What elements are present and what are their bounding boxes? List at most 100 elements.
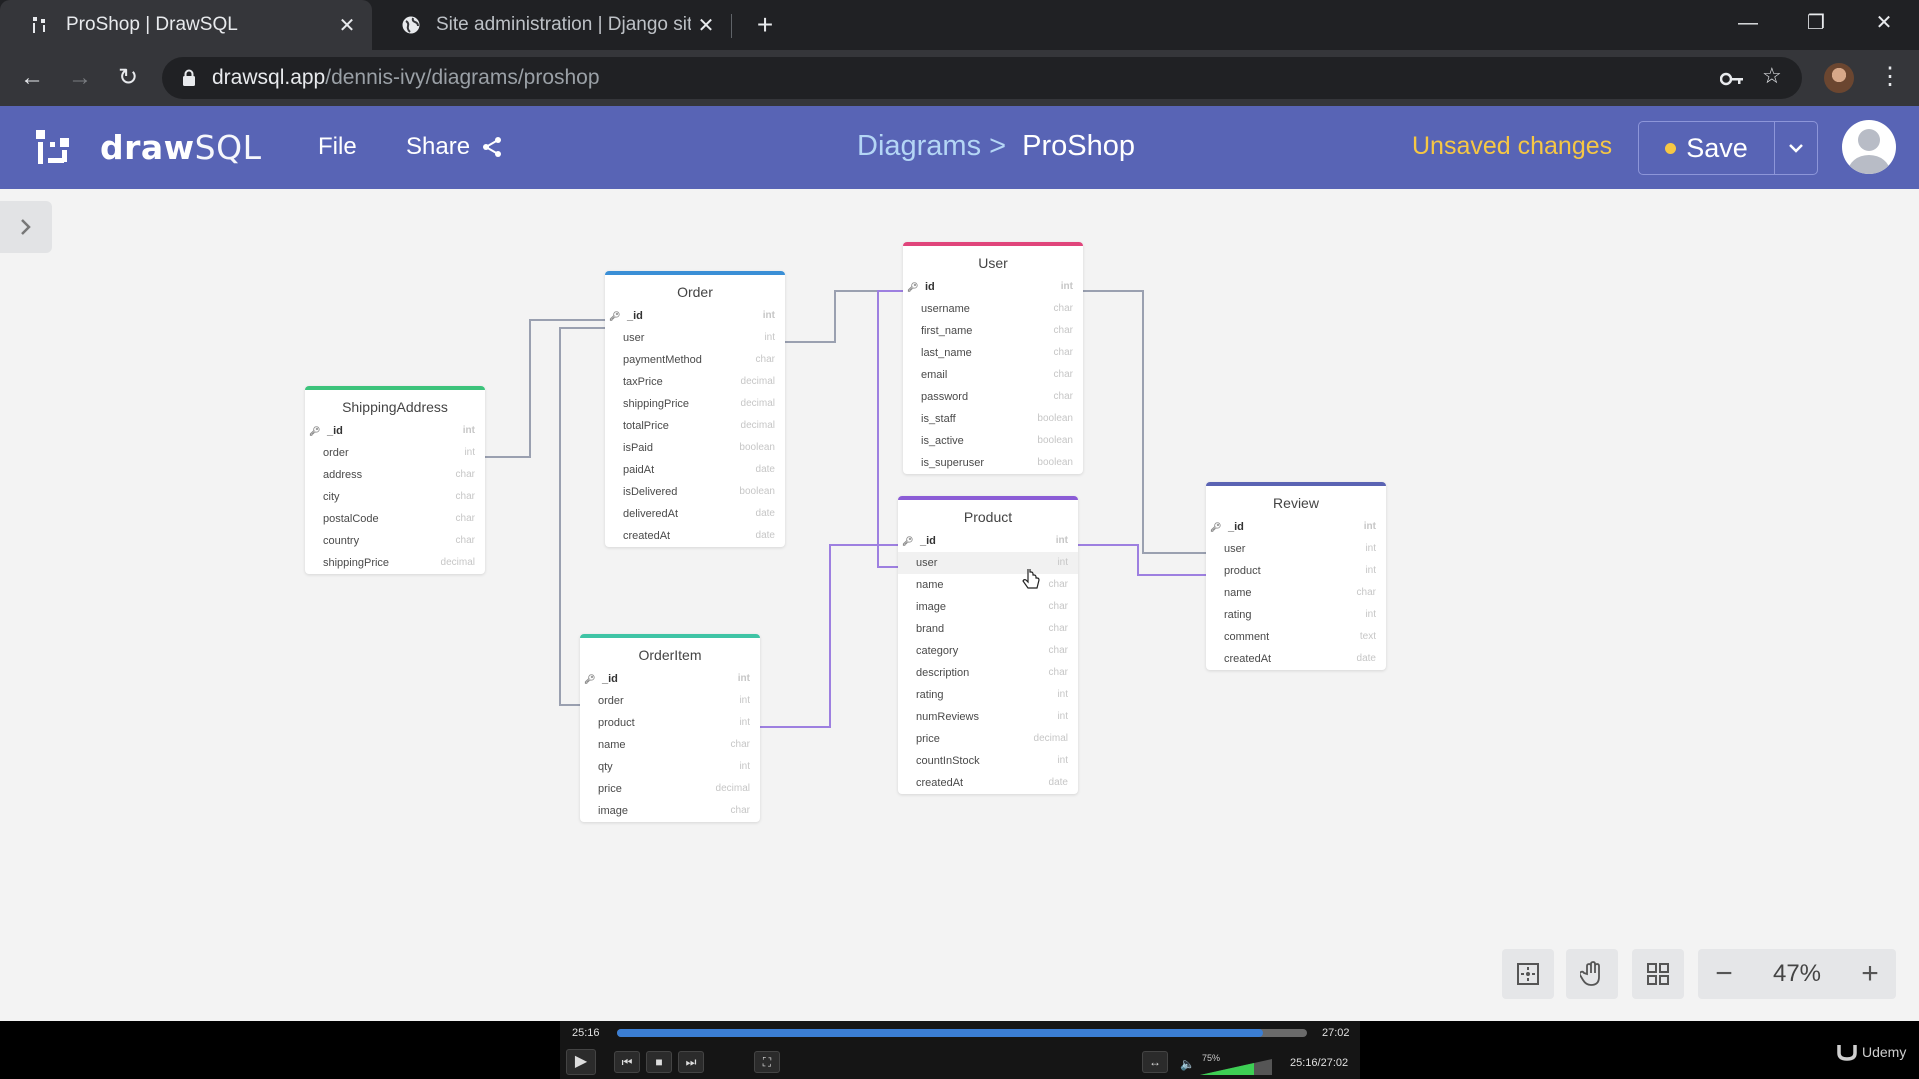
table-row[interactable]: order int [305, 442, 485, 464]
table-row[interactable]: name char [580, 734, 760, 756]
table-row[interactable]: brand char [898, 618, 1078, 640]
table-row[interactable]: createdAt date [898, 772, 1078, 794]
total-time: 27:02 [1322, 1027, 1350, 1039]
close-window-button[interactable]: ✕ [1854, 8, 1914, 38]
minimize-button[interactable]: — [1718, 8, 1778, 38]
table-row[interactable]: product int [1206, 560, 1386, 582]
table-row[interactable]: user int [1206, 538, 1386, 560]
skip-forward-icon[interactable]: ⏭ [678, 1051, 704, 1073]
breadcrumb-diagrams-link[interactable]: Diagrams [857, 130, 981, 162]
play-icon[interactable]: ▶ [566, 1049, 596, 1075]
volume-slider[interactable] [1200, 1059, 1272, 1075]
zoom-out-button[interactable]: − [1698, 957, 1750, 991]
table-row[interactable]: first_name char [903, 320, 1083, 342]
tab-django-admin[interactable]: Site administration | Django site admin … [375, 0, 730, 50]
table-row[interactable]: username char [903, 298, 1083, 320]
table-row[interactable]: image char [580, 800, 760, 822]
sidebar-toggle-button[interactable] [0, 201, 52, 253]
table-row[interactable]: user int [605, 327, 785, 349]
table-row[interactable]: name char [1206, 582, 1386, 604]
zoom-in-button[interactable]: + [1844, 957, 1896, 991]
table-row[interactable]: description char [898, 662, 1078, 684]
table-row[interactable]: product int [580, 712, 760, 734]
share-menu[interactable]: Share [406, 133, 504, 161]
table-row[interactable]: comment text [1206, 626, 1386, 648]
table-row[interactable]: postalCode char [305, 508, 485, 530]
table-row[interactable]: country char [305, 530, 485, 552]
field-name: last_name [921, 347, 972, 359]
table-shipping[interactable]: ShippingAddress 🔑︎ _id int order int address ch… [305, 386, 485, 574]
table-row[interactable]: isDelivered boolean [605, 481, 785, 503]
seek-bar[interactable] [617, 1029, 1307, 1037]
table-row[interactable]: order int [580, 690, 760, 712]
table-row[interactable]: 🔑︎ _id int [1206, 516, 1386, 538]
table-row[interactable]: address char [305, 464, 485, 486]
table-user[interactable]: User 🔑︎ id int username char first_name char las… [903, 242, 1083, 474]
speaker-icon[interactable]: 🔈 [1180, 1057, 1195, 1071]
table-row[interactable]: image char [898, 596, 1078, 618]
new-tab-button[interactable]: + [750, 10, 780, 40]
save-options-dropdown[interactable] [1775, 121, 1818, 175]
table-row[interactable]: deliveredAt date [605, 503, 785, 525]
aspect-icon[interactable]: ↔ [1142, 1051, 1168, 1073]
table-row[interactable]: taxPrice decimal [605, 371, 785, 393]
stop-icon[interactable]: ■ [646, 1051, 672, 1073]
table-row[interactable]: rating int [898, 684, 1078, 706]
back-arrow-icon[interactable]: ← [16, 62, 48, 94]
address-bar[interactable]: drawsql.app/dennis-ivy/diagrams/proshop … [162, 57, 1802, 99]
diagram-canvas[interactable]: Order 🔑︎ _id int user int paymentMethod char tax… [0, 189, 1919, 1021]
table-row[interactable]: last_name char [903, 342, 1083, 364]
save-button[interactable]: Save [1638, 121, 1775, 175]
table-row[interactable]: shippingPrice decimal [305, 552, 485, 574]
table-row[interactable]: email char [903, 364, 1083, 386]
tab-close-icon[interactable]: ✕ [332, 13, 362, 38]
table-row[interactable]: 🔑︎ _id int [305, 420, 485, 442]
tab-proshop-drawsql[interactable]: ProShop | DrawSQL ✕ [0, 0, 372, 50]
pan-tool-button[interactable] [1566, 949, 1618, 999]
table-row[interactable]: is_staff boolean [903, 408, 1083, 430]
table-row[interactable]: is_superuser boolean [903, 452, 1083, 474]
table-row[interactable]: 🔑︎ _id int [605, 305, 785, 327]
table-row[interactable]: countInStock int [898, 750, 1078, 772]
table-row[interactable]: isPaid boolean [605, 437, 785, 459]
table-review[interactable]: Review 🔑︎ _id int user int product int name char r… [1206, 482, 1386, 670]
reload-icon[interactable]: ↻ [112, 62, 144, 94]
table-row[interactable]: category char [898, 640, 1078, 662]
table-row[interactable]: createdAt date [1206, 648, 1386, 670]
table-order[interactable]: Order 🔑︎ _id int user int paymentMethod char tax… [605, 271, 785, 547]
fit-screen-button[interactable] [1502, 949, 1554, 999]
table-row[interactable]: user int [898, 552, 1078, 574]
skip-back-icon[interactable]: ⏮ [614, 1051, 640, 1073]
key-icon[interactable] [1719, 67, 1744, 93]
table-row[interactable]: city char [305, 486, 485, 508]
table-row[interactable]: shippingPrice decimal [605, 393, 785, 415]
table-row[interactable]: rating int [1206, 604, 1386, 626]
table-row[interactable]: qty int [580, 756, 760, 778]
table-row[interactable]: paymentMethod char [605, 349, 785, 371]
fullscreen-icon[interactable]: ⛶ [754, 1051, 780, 1073]
table-row[interactable]: price decimal [898, 728, 1078, 750]
grid-toggle-button[interactable] [1632, 949, 1684, 999]
table-orderitem[interactable]: OrderItem 🔑︎ _id int order int product int name c… [580, 634, 760, 822]
table-row[interactable]: password char [903, 386, 1083, 408]
table-row[interactable]: createdAt date [605, 525, 785, 547]
user-silhouette-icon [1848, 129, 1890, 174]
table-row[interactable]: numReviews int [898, 706, 1078, 728]
tab-close-icon[interactable]: ✕ [691, 13, 721, 38]
table-row[interactable]: 🔑︎ _id int [580, 668, 760, 690]
table-row[interactable]: 🔑︎ id int [903, 276, 1083, 298]
table-product[interactable]: Product 🔑︎ _id int user int name char image char b… [898, 496, 1078, 794]
table-row[interactable]: paidAt date [605, 459, 785, 481]
restore-button[interactable]: ❐ [1786, 8, 1846, 38]
file-menu[interactable]: File [318, 133, 357, 161]
table-row[interactable]: is_active boolean [903, 430, 1083, 452]
star-icon[interactable]: ☆ [1762, 63, 1782, 89]
table-row[interactable]: 🔑︎ _id int [898, 530, 1078, 552]
browser-profile-avatar[interactable] [1824, 63, 1854, 93]
table-row[interactable]: name char [898, 574, 1078, 596]
table-row[interactable]: price decimal [580, 778, 760, 800]
table-row[interactable]: totalPrice decimal [605, 415, 785, 437]
user-avatar[interactable] [1842, 120, 1896, 174]
forward-arrow-icon[interactable]: → [64, 62, 96, 94]
browser-menu-icon[interactable]: ⋮ [1878, 62, 1902, 91]
